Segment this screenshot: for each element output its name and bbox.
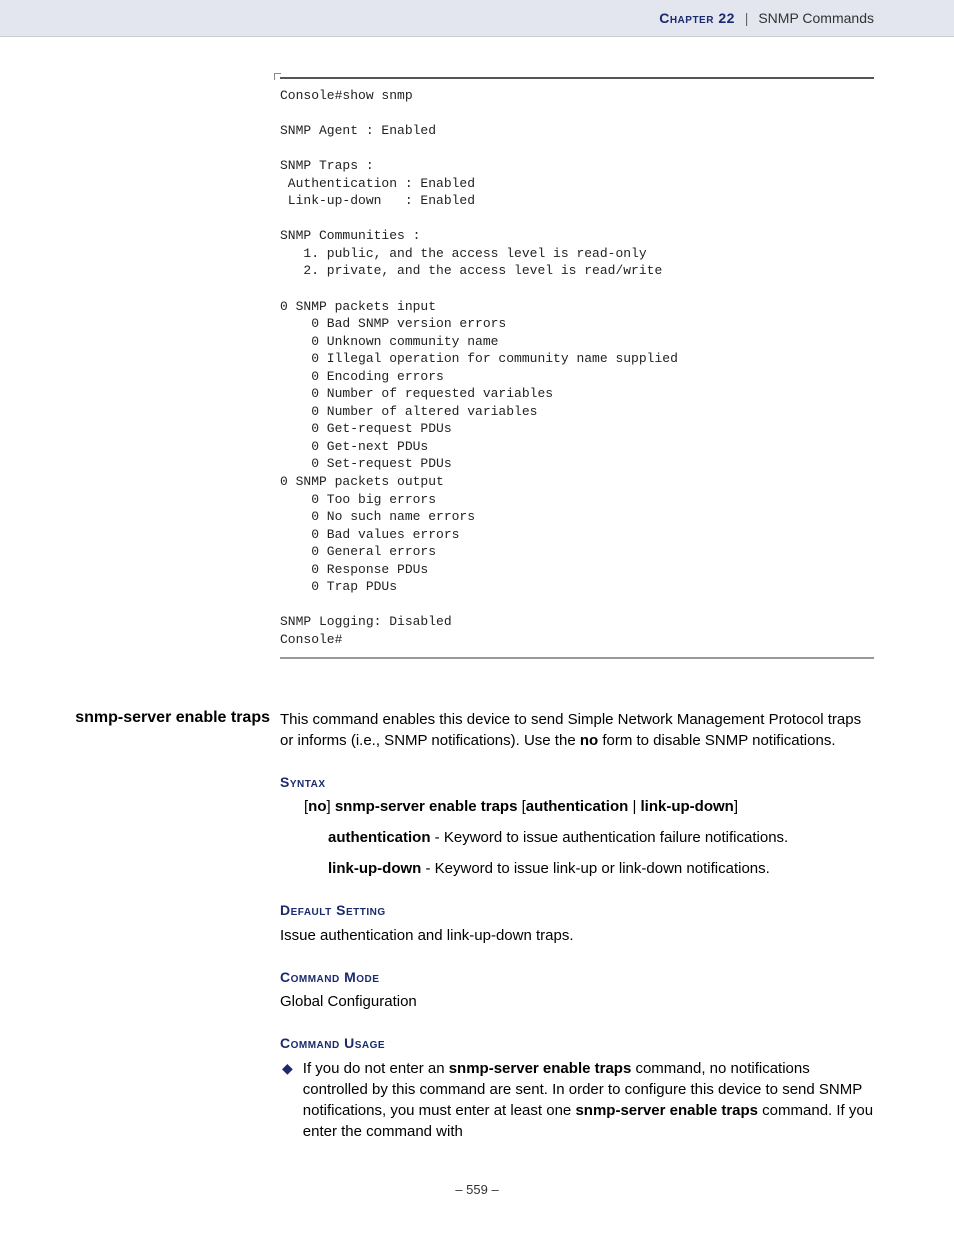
default-setting-text: Issue authentication and link-up-down tr…	[280, 925, 874, 946]
desc-bold: no	[580, 732, 598, 749]
param-link-up-down: link-up-down - Keyword to issue link-up …	[328, 858, 874, 879]
param-link-desc: - Keyword to issue link-up or link-down …	[421, 860, 770, 877]
page-body: Console#show snmp SNMP Agent : Enabled S…	[0, 77, 954, 1237]
command-name: snmp-server enable traps	[70, 709, 270, 727]
chapter-label: Chapter 22	[659, 10, 735, 26]
console-output: Console#show snmp SNMP Agent : Enabled S…	[280, 77, 874, 659]
command-usage-heading: Command Usage	[280, 1034, 874, 1054]
usage-b1: snmp-server enable traps	[449, 1060, 632, 1077]
usage-b2: snmp-server enable traps	[575, 1102, 758, 1119]
usage-pre: If you do not enter an	[303, 1060, 449, 1077]
syn-p7: |	[628, 798, 640, 815]
syn-p5: [	[517, 798, 525, 815]
command-mode-heading: Command Mode	[280, 968, 874, 988]
syn-p2: no	[308, 798, 326, 815]
syn-p3: ]	[327, 798, 335, 815]
command-body: This command enables this device to send…	[280, 709, 874, 1142]
page-number: – 559 –	[80, 1182, 874, 1197]
usage-bullet-text: If you do not enter an snmp-server enabl…	[303, 1058, 874, 1142]
page-header: Chapter 22 | SNMP Commands	[0, 0, 954, 37]
diamond-icon: ◆	[282, 1058, 293, 1079]
desc-post: form to disable SNMP notifications.	[598, 732, 835, 749]
syntax-line: [no] snmp-server enable traps [authentic…	[304, 796, 874, 817]
param-auth-name: authentication	[328, 829, 431, 846]
usage-bullet: ◆ If you do not enter an snmp-server ena…	[280, 1058, 874, 1142]
syn-p8: link-up-down	[641, 798, 734, 815]
default-setting-heading: Default Setting	[280, 901, 874, 921]
syn-p6: authentication	[526, 798, 629, 815]
command-mode-text: Global Configuration	[280, 991, 874, 1012]
param-authentication: authentication - Keyword to issue authen…	[328, 827, 874, 848]
syn-p9: ]	[734, 798, 738, 815]
syn-p4: snmp-server enable traps	[335, 798, 518, 815]
param-auth-desc: - Keyword to issue authentication failur…	[431, 829, 789, 846]
chapter-title: SNMP Commands	[758, 10, 874, 26]
syntax-heading: Syntax	[280, 773, 874, 793]
header-separator: |	[745, 10, 749, 26]
param-link-name: link-up-down	[328, 860, 421, 877]
command-section: snmp-server enable traps This command en…	[80, 709, 874, 1142]
command-description: This command enables this device to send…	[280, 709, 874, 751]
